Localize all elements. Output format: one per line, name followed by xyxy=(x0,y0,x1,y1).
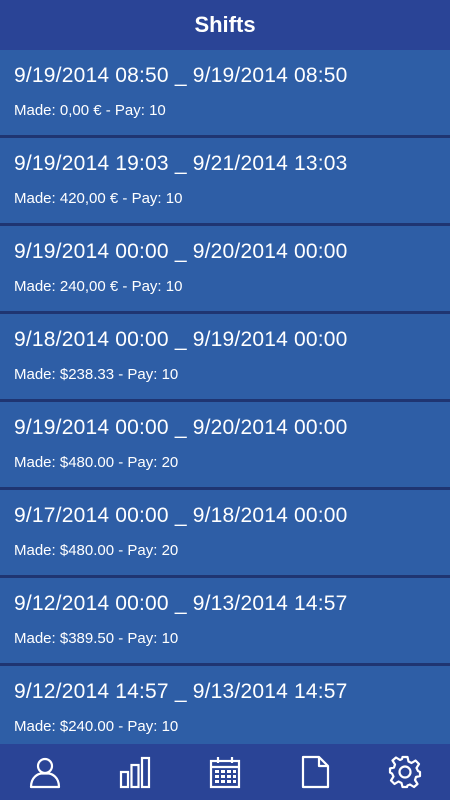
shift-time-range: 9/19/2014 00:00 _ 9/20/2014 00:00 xyxy=(14,240,348,263)
shift-item[interactable]: 9/12/2014 00:00 _ 9/13/2014 14:57 Made: … xyxy=(0,578,450,663)
shift-item[interactable]: 9/19/2014 08:50 _ 9/19/2014 08:50 Made: … xyxy=(0,50,450,135)
bottom-tab-bar xyxy=(0,744,450,800)
shift-list[interactable]: 9/19/2014 08:50 _ 9/19/2014 08:50 Made: … xyxy=(0,50,450,744)
page-title: Shifts xyxy=(194,12,256,37)
shift-item[interactable]: 9/19/2014 00:00 _ 9/20/2014 00:00 Made: … xyxy=(0,402,450,487)
shift-earnings: Made: 240,00 € - Pay: 10 xyxy=(14,278,183,295)
shift-item[interactable]: 9/17/2014 00:00 _ 9/18/2014 00:00 Made: … xyxy=(0,490,450,575)
shift-item[interactable]: 9/18/2014 00:00 _ 9/19/2014 00:00 Made: … xyxy=(0,314,450,399)
shift-item[interactable]: 9/12/2014 14:57 _ 9/13/2014 14:57 Made: … xyxy=(0,666,450,744)
gear-icon xyxy=(388,755,422,789)
app-header: Shifts xyxy=(0,0,450,50)
tab-statistics[interactable] xyxy=(105,744,165,800)
tab-profile[interactable] xyxy=(15,744,75,800)
user-icon xyxy=(29,757,61,789)
shift-time-range: 9/12/2014 14:57 _ 9/13/2014 14:57 xyxy=(14,680,348,703)
shift-time-range: 9/17/2014 00:00 _ 9/18/2014 00:00 xyxy=(14,504,348,527)
shift-time-range: 9/19/2014 19:03 _ 9/21/2014 13:03 xyxy=(14,152,348,175)
shift-item[interactable]: 9/19/2014 00:00 _ 9/20/2014 00:00 Made: … xyxy=(0,226,450,311)
shift-earnings: Made: $389.50 - Pay: 10 xyxy=(14,630,179,647)
shift-item[interactable]: 9/19/2014 19:03 _ 9/21/2014 13:03 Made: … xyxy=(0,138,450,223)
shift-earnings: Made: $240.00 - Pay: 10 xyxy=(14,718,179,735)
tab-calendar[interactable] xyxy=(195,744,255,800)
bar-chart-icon xyxy=(119,756,151,789)
shift-earnings: Made: $238.33 - Pay: 10 xyxy=(14,366,179,383)
tab-settings[interactable] xyxy=(375,744,435,800)
shift-time-range: 9/18/2014 00:00 _ 9/19/2014 00:00 xyxy=(14,328,348,351)
document-icon xyxy=(301,755,330,789)
shift-earnings: Made: 0,00 € - Pay: 10 xyxy=(14,102,166,119)
calendar-icon xyxy=(209,757,241,789)
shift-earnings: Made: $480.00 - Pay: 20 xyxy=(14,454,179,471)
shift-time-range: 9/19/2014 08:50 _ 9/19/2014 08:50 xyxy=(14,64,348,87)
shift-time-range: 9/12/2014 00:00 _ 9/13/2014 14:57 xyxy=(14,592,348,615)
shift-earnings: Made: 420,00 € - Pay: 10 xyxy=(14,190,183,207)
shift-earnings: Made: $480.00 - Pay: 20 xyxy=(14,542,179,559)
tab-reports[interactable] xyxy=(285,744,345,800)
shift-time-range: 9/19/2014 00:00 _ 9/20/2014 00:00 xyxy=(14,416,348,439)
